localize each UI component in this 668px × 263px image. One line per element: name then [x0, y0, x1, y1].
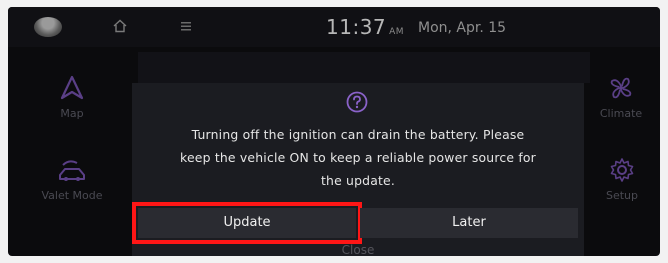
sidebar-item-climate[interactable]: Climate	[586, 75, 656, 120]
sidebar-item-setup[interactable]: Setup	[592, 157, 652, 202]
valet-car-icon	[59, 160, 85, 181]
clock: 11:37 AM	[326, 15, 404, 39]
infotainment-screen: 11:37 AM Mon, Apr. 15 Map Valet Mode Clim…	[8, 7, 660, 256]
clock-ampm: AM	[389, 27, 405, 37]
profile-avatar[interactable]	[34, 17, 62, 37]
navigation-arrow-icon	[60, 75, 84, 100]
status-bar: 11:37 AM Mon, Apr. 15	[8, 7, 660, 47]
sidebar-item-label: Climate	[599, 107, 643, 120]
sidebar-item-map[interactable]: Map	[42, 75, 102, 120]
close-button[interactable]: Close	[132, 243, 584, 256]
question-icon	[346, 91, 368, 113]
clock-time: 11:37	[326, 15, 387, 39]
sidebar-item-label: Setup	[605, 189, 639, 202]
date: Mon, Apr. 15	[418, 20, 507, 36]
dialog-message: Turning off the ignition can drain the b…	[132, 123, 584, 192]
dialog-message-line: Turning off the ignition can drain the b…	[191, 127, 525, 142]
sidebar-item-valet-mode[interactable]: Valet Mode	[34, 157, 110, 202]
home-icon[interactable]	[112, 19, 128, 33]
update-warning-dialog: Turning off the ignition can drain the b…	[132, 83, 584, 256]
background-shortcuts	[138, 52, 590, 83]
fan-icon	[610, 77, 632, 99]
dialog-message-line: keep the vehicle ON to keep a reliable p…	[180, 150, 536, 165]
sidebar-item-label: Map	[60, 107, 84, 120]
later-button[interactable]: Later	[360, 208, 578, 238]
gear-icon	[610, 158, 634, 182]
update-button[interactable]: Update	[132, 202, 362, 244]
dialog-message-line: the update.	[320, 173, 396, 188]
menu-icon[interactable]	[180, 20, 192, 32]
sidebar-item-label: Valet Mode	[41, 189, 103, 202]
